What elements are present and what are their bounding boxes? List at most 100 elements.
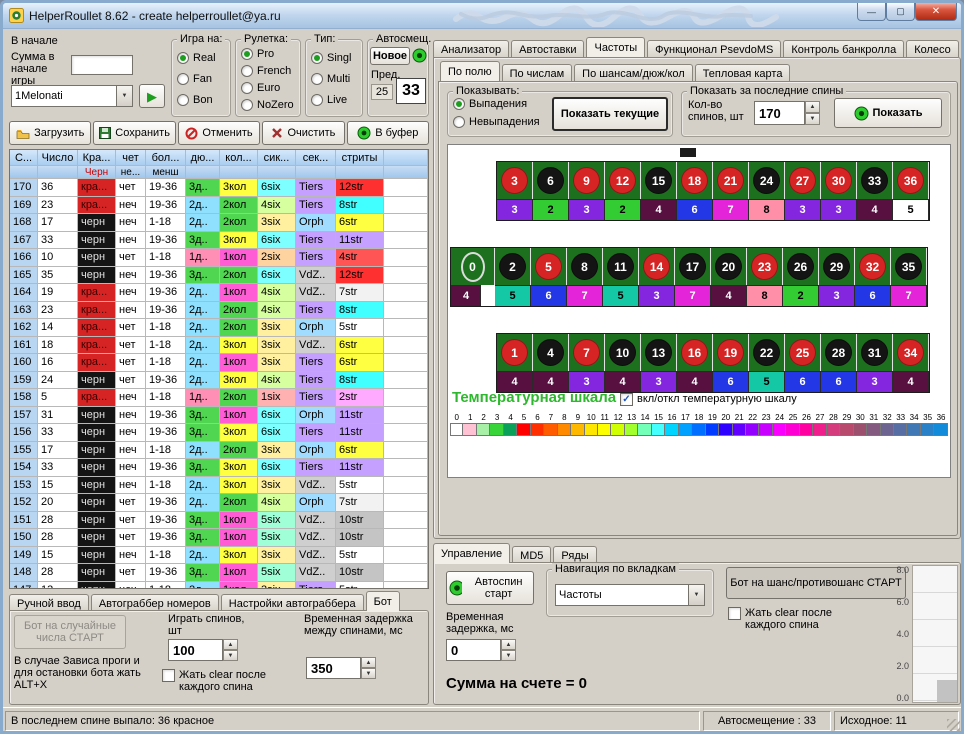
undo-button[interactable]: Отменить: [178, 121, 260, 145]
radio-euro[interactable]: Euro: [241, 82, 280, 94]
play-button[interactable]: ▶: [139, 84, 165, 108]
table-row[interactable]: 16923кра...неч19-362д..2кол4sixTiers8str: [10, 197, 428, 215]
heatmap-cell-2[interactable]: 25: [495, 248, 531, 306]
tab-bot[interactable]: Бот: [366, 591, 400, 611]
minimize-button[interactable]: —: [857, 3, 886, 21]
heatmap-cell-4[interactable]: 44: [533, 334, 569, 392]
temp-scale-checkbox[interactable]: ✓ вкл/откл температурную шкалу: [620, 393, 840, 406]
table-row[interactable]: 15128чернчет19-363д..1кол5sixVdZ..10str: [10, 512, 428, 530]
bot-clear-checkbox[interactable]: Жать clear после каждого спина: [162, 669, 292, 693]
table-row[interactable]: 15517черннеч1-182д..2кол3sixOrph6str: [10, 442, 428, 460]
heatmap-cell-22[interactable]: 225: [749, 334, 785, 392]
table-row[interactable]: 15315черннеч1-182д..3кол3sixVdZ..5str: [10, 477, 428, 495]
tab-rows[interactable]: Ряды: [553, 546, 596, 563]
table-row[interactable]: 17036кра...чет19-363д..3кол6sixTiers12st…: [10, 179, 428, 197]
heatmap-cell-13[interactable]: 133: [641, 334, 677, 392]
start-sum-input[interactable]: [71, 55, 133, 75]
heatmap-cell-0[interactable]: 0 4: [451, 248, 495, 306]
radio-hits[interactable]: Выпадения: [453, 98, 527, 110]
table-row[interactable]: 15028чернчет19-363д..1кол5sixVdZ..10str: [10, 529, 428, 547]
tab-number-grabber[interactable]: Автограббер номеров: [91, 594, 219, 611]
table-row[interactable]: 16535черннеч19-363д..2кол6sixVdZ..12str: [10, 267, 428, 285]
heatmap-cell-30[interactable]: 303: [821, 162, 857, 220]
table-row[interactable]: 15924чернчет19-362д..3кол4sixTiers8str: [10, 372, 428, 390]
heatmap-cell-20[interactable]: 204: [711, 248, 747, 306]
table-row[interactable]: 16118кра...чет1-182д..3кол3sixVdZ..6str: [10, 337, 428, 355]
table-row[interactable]: 16419кра...неч19-362д..1кол4sixVdZ..7str: [10, 284, 428, 302]
titlebar[interactable]: HelperRoullet 8.62 - create helperroulle…: [3, 3, 961, 29]
random-bot-button[interactable]: Бот на случайные числа СТАРТ: [14, 615, 126, 649]
heatmap-cell-35[interactable]: 357: [891, 248, 927, 306]
maximize-button[interactable]: ▢: [886, 3, 915, 21]
radio-multi[interactable]: Multi: [311, 73, 350, 85]
subtab-heat-map[interactable]: Тепловая карта: [695, 64, 791, 81]
tab-grabber-settings[interactable]: Настройки автограббера: [221, 594, 364, 611]
col-six[interactable]: сик...: [258, 150, 296, 166]
show-last-button[interactable]: Показать: [834, 98, 942, 128]
subtab-by-numbers[interactable]: По числам: [502, 64, 573, 81]
heatmap-cell-10[interactable]: 104: [605, 334, 641, 392]
table-row[interactable]: 15433черннеч19-363д..3кол6sixTiers11str: [10, 459, 428, 477]
radio-nozero[interactable]: NoZero: [241, 99, 294, 111]
close-button[interactable]: ✕: [915, 3, 957, 21]
spins-count-input[interactable]: 100: [168, 639, 223, 661]
col-color[interactable]: Кра...: [78, 150, 116, 166]
buffer-button[interactable]: В буфер: [347, 121, 429, 145]
heatmap-cell-25[interactable]: 256: [785, 334, 821, 392]
heatmap-cell-15[interactable]: 154: [641, 162, 677, 220]
radio-singl[interactable]: Singl: [311, 52, 351, 64]
heatmap-cell-21[interactable]: 217: [713, 162, 749, 220]
tab-analyzer[interactable]: Анализатор: [433, 40, 509, 57]
radio-live[interactable]: Live: [311, 94, 347, 106]
tab-control[interactable]: Управление: [433, 543, 510, 563]
load-button[interactable]: Загрузить: [9, 121, 91, 145]
table-row[interactable]: 14828чернчет19-363д..1кол5sixVdZ..10str: [10, 564, 428, 582]
chance-bot-button[interactable]: Бот на шанс/противошанс СТАРТ: [726, 567, 906, 599]
heatmap-cell-12[interactable]: 122: [605, 162, 641, 220]
tab-md5[interactable]: MD5: [512, 546, 551, 563]
col-range[interactable]: бол...: [146, 150, 186, 166]
resize-grip[interactable]: [947, 719, 960, 732]
table-row[interactable]: 14915черннеч1-182д..3кол3sixVdZ..5str: [10, 547, 428, 565]
heatmap-cell-26[interactable]: 262: [783, 248, 819, 306]
spinner-down-icon[interactable]: ▼: [361, 668, 376, 679]
col-spin[interactable]: С...: [10, 150, 38, 166]
autospin-start-button[interactable]: Автоспин старт: [446, 571, 534, 605]
heatmap-cell-16[interactable]: 164: [677, 334, 713, 392]
heatmap-cell-5[interactable]: 56: [531, 248, 567, 306]
analyzer-spins-stepper[interactable]: 170 ▲ ▼: [754, 101, 820, 125]
drag-handle[interactable]: [680, 148, 696, 157]
heatmap-cell-31[interactable]: 313: [857, 334, 893, 392]
analyzer-spins-input[interactable]: 170: [754, 101, 805, 125]
spinner-up-icon[interactable]: ▲: [805, 101, 820, 113]
table-row[interactable]: 15633черннеч19-363д..3кол6sixTiers11str: [10, 424, 428, 442]
table-row[interactable]: 16610чернчет1-181д..1кол2sixTiers4str: [10, 249, 428, 267]
col-street[interactable]: стриты: [336, 150, 384, 166]
table-row[interactable]: 16817черннеч1-182д..2кол3sixOrph6str: [10, 214, 428, 232]
heatmap-cell-3[interactable]: 33: [497, 162, 533, 220]
heatmap-cell-33[interactable]: 334: [857, 162, 893, 220]
heatmap-cell-24[interactable]: 248: [749, 162, 785, 220]
profile-select[interactable]: 1Melonati ▼: [11, 85, 133, 107]
show-current-button[interactable]: Показать текущие: [552, 97, 668, 131]
radio-french[interactable]: French: [241, 65, 291, 77]
spinner-down-icon[interactable]: ▼: [223, 650, 238, 661]
subtab-by-chances[interactable]: По шансам/дюж/кол: [574, 64, 693, 81]
radio-real[interactable]: Real: [177, 52, 216, 64]
control-delay-input[interactable]: 0: [446, 639, 501, 661]
radio-misses[interactable]: Невыпадения: [453, 116, 540, 128]
tab-wheel[interactable]: Колесо: [906, 40, 959, 57]
heatmap-cell-9[interactable]: 93: [569, 162, 605, 220]
heatmap-cell-17[interactable]: 177: [675, 248, 711, 306]
table-row[interactable]: 16733черннеч19-363д..3кол6sixTiers11str: [10, 232, 428, 250]
table-row[interactable]: 15731черннеч19-363д..1кол6sixOrph11str: [10, 407, 428, 425]
heatmap-cell-11[interactable]: 115: [603, 248, 639, 306]
heatmap-cell-14[interactable]: 143: [639, 248, 675, 306]
heatmap-cell-36[interactable]: 365: [893, 162, 929, 220]
heatmap-cell-28[interactable]: 286: [821, 334, 857, 392]
col-column[interactable]: кол...: [220, 150, 258, 166]
spinner-up-icon[interactable]: ▲: [223, 639, 238, 650]
tab-navigation-select[interactable]: Частоты ▼: [555, 584, 705, 606]
spins-count-stepper[interactable]: 100 ▲ ▼: [168, 639, 238, 661]
tab-autobets[interactable]: Автоставки: [511, 40, 584, 57]
